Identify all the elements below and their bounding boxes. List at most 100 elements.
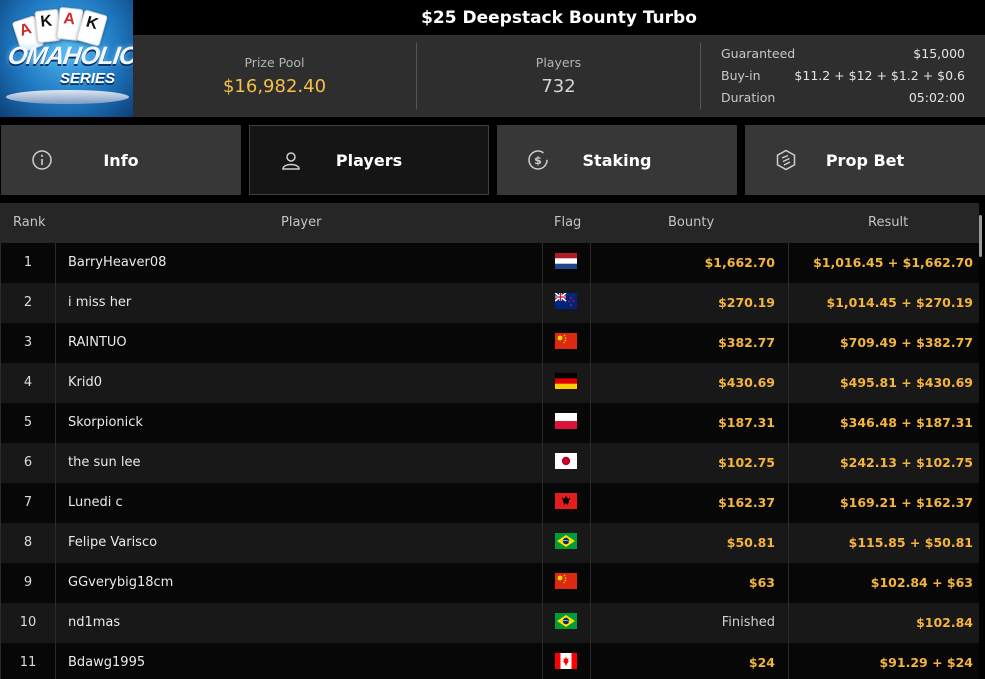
flag-nz-icon [555,293,577,309]
tab-players[interactable]: Players [249,125,489,195]
flag-cell [542,483,590,523]
duration-value: 05:02:00 [908,90,965,105]
rank-cell: 9 [0,563,55,603]
result-cell: $169.21 + $162.37 [788,483,979,523]
bounty-cell: $24 [590,643,788,679]
header-flag[interactable]: Flag [554,203,581,243]
tab-label: Prop Bet [825,150,905,170]
scrollbar-thumb[interactable] [979,215,982,257]
tab-info[interactable]: Info [1,125,241,195]
table-header: Rank Player Flag Bounty Result [0,203,979,243]
bounty-cell: $187.31 [590,403,788,443]
player-name[interactable]: Bdawg1995 [55,643,542,679]
buyin-label: Buy-in [721,68,761,83]
bounty-cell: $270.19 [590,283,788,323]
flag-cell [542,563,590,603]
table-row[interactable]: 6 the sun lee $102.75 $242.13 + $102.75 [0,443,979,483]
result-cell: $242.13 + $102.75 [788,443,979,483]
guaranteed-value: $15,000 [913,46,965,61]
tab-prop-bet[interactable]: Prop Bet [745,125,985,195]
flag-cell [542,603,590,643]
table-row[interactable]: 2i miss her $270.19 $1,014.45 + $270.19 [0,283,979,323]
players-stat: Players 732 [418,35,699,117]
rank-cell: 11 [0,643,55,679]
table-row[interactable]: 10 nd1mas Finished $102.84 [0,603,979,643]
flag-cn-icon [555,573,577,589]
flag-de-icon [555,373,577,389]
player-name[interactable]: BarryHeaver08 [55,243,542,283]
tab-label: Players [335,150,403,170]
player-name[interactable]: GGverybig18cm [55,563,542,603]
result-cell: $1,016.45 + $1,662.70 [788,243,979,283]
table-row[interactable]: 4 Krid0 $430.69 $495.81 + $430.69 [0,363,979,403]
flag-cell [542,283,590,323]
logo-subtitle: SERIES [60,70,116,87]
player-name[interactable]: Felipe Varisco [55,523,542,563]
logo-base [6,90,129,104]
tab-label: Info [103,150,139,170]
bounty-cell: $382.77 [590,323,788,363]
flag-cell [542,443,590,483]
series-logo: A K A K OMAHOLIC SERIES [0,0,133,117]
rank-cell: 7 [0,483,55,523]
flag-cell [542,243,590,283]
result-cell: $709.49 + $382.77 [788,323,979,363]
result-cell: $102.84 [788,603,979,643]
divider [700,43,701,109]
rank-cell: 2 [0,283,55,323]
player-name[interactable]: the sun lee [55,443,542,483]
flag-ca-icon [555,653,577,669]
svg-text:$: $ [534,154,542,167]
flag-cell [542,403,590,443]
table-row[interactable]: 11 Bdawg1995 $24 $91.29 + $24 [0,643,979,679]
player-name[interactable]: Skorpionick [55,403,542,443]
player-name[interactable]: nd1mas [55,603,542,643]
header-rank[interactable]: Rank [13,203,45,243]
prop-bet-icon [776,149,796,171]
player-name[interactable]: i miss her [55,283,542,323]
player-name[interactable]: RAINTUO [55,323,542,363]
logo-wordmark: OMAHOLIC [6,42,133,70]
header-bounty[interactable]: Bounty [668,203,714,243]
players-label: Players [535,55,582,70]
tournament-details: Guaranteed $15,000 Buy-in $11.2 + $12 + … [721,43,965,109]
bounty-cell: $1,662.70 [590,243,788,283]
buyin-value: $11.2 + $12 + $1.2 + $0.6 [794,68,965,83]
table-row[interactable]: 8 Felipe Varisco $50.81 $115.85 + $50.81 [0,523,979,563]
player-name[interactable]: Krid0 [55,363,542,403]
result-cell: $1,014.45 + $270.19 [788,283,979,323]
prize-pool-label: Prize Pool [244,55,305,70]
result-cell: $495.81 + $430.69 [788,363,979,403]
tab-label: Staking [582,150,652,170]
bounty-cell: $50.81 [590,523,788,563]
flag-nl-icon [555,253,577,269]
stats-panel: Prize Pool $16,982.40 Players 732 Guaran… [133,35,985,117]
table-row[interactable]: 3 RAINTUO $382.77 $709.49 + $382.77 [0,323,979,363]
flag-br-icon [555,613,577,629]
bounty-cell: $430.69 [590,363,788,403]
table-row[interactable]: 7 Lunedi c $162.37 $169.21 + $162.37 [0,483,979,523]
players-table: 1 BarryHeaver08 $1,662.70 $1,016.45 + $1,66… [0,243,979,679]
bounty-cell: Finished [590,603,788,643]
result-cell: $115.85 + $50.81 [788,523,979,563]
rank-cell: 5 [0,403,55,443]
guaranteed-label: Guaranteed [721,46,796,61]
flag-pl-icon [555,413,577,429]
header-result[interactable]: Result [868,203,908,243]
rank-cell: 3 [0,323,55,363]
flag-jp-icon [555,453,577,469]
player-name[interactable]: Lunedi c [55,483,542,523]
flag-cn-icon [555,333,577,349]
tab-staking[interactable]: $ Staking [497,125,737,195]
table-row[interactable]: 1 BarryHeaver08 $1,662.70 $1,016.45 + $1,66… [0,243,979,283]
flag-cell [542,363,590,403]
guaranteed-row: Guaranteed $15,000 [721,43,965,65]
table-row[interactable]: 5 Skorpionick $187.31 $346.48 + $187.31 [0,403,979,443]
prize-pool-value: $16,982.40 [222,76,327,97]
duration-label: Duration [721,90,776,105]
result-cell: $346.48 + $187.31 [788,403,979,443]
flag-br-icon [555,533,577,549]
flag-cell [542,323,590,363]
table-row[interactable]: 9 GGverybig18cm $63 $102.84 + $63 [0,563,979,603]
header-player[interactable]: Player [281,203,321,243]
